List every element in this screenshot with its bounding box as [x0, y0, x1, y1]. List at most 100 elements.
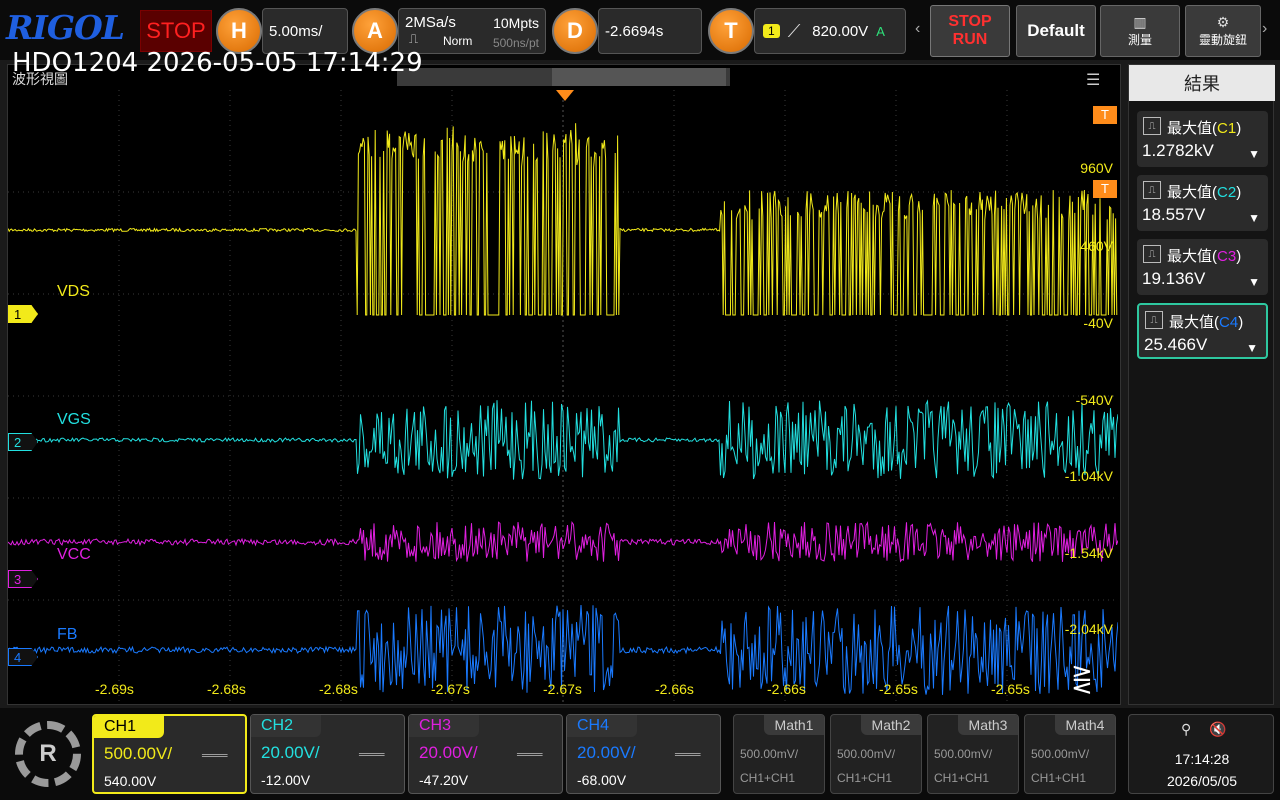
- result-item[interactable]: ⎍ 最大值(C4) 25.466V ▼: [1137, 303, 1268, 359]
- time-tick-label: -2.65s: [991, 681, 1030, 697]
- time-tick-label: -2.66s: [767, 681, 806, 697]
- coupling-icon: ═══: [517, 747, 543, 761]
- trace-vds: [8, 123, 1118, 316]
- measure-label: 測量: [1127, 33, 1152, 47]
- channel-box-ch4[interactable]: CH4 20.00V/ ═══ -68.00V: [566, 714, 721, 794]
- volt-tick-label: -40V: [1083, 315, 1113, 331]
- screenshot-overlay-text: HDO1204 2026-05-05 17:14:29: [12, 48, 423, 78]
- run-state-button[interactable]: STOP: [140, 10, 212, 52]
- coupling-icon: ═══: [675, 747, 701, 761]
- result-item[interactable]: ⎍ 最大值(C3) 19.136V ▼: [1137, 239, 1268, 295]
- channel-scale: 20.00V/: [261, 743, 320, 762]
- volt-tick-label: -540V: [1075, 392, 1113, 408]
- math-box-4[interactable]: Math4 500.00mV/CH1+CH1: [1024, 714, 1116, 794]
- measure-button[interactable]: ▥ 測量: [1100, 5, 1180, 57]
- left-scroll-icon[interactable]: ‹: [915, 20, 920, 38]
- channel-offset: -12.00V: [261, 772, 311, 788]
- channel-scale: 20.00V/: [577, 743, 636, 762]
- math-expr: CH1+CH1: [837, 771, 893, 785]
- result-label: 最大值(C4): [1169, 314, 1244, 331]
- time-tick-label: -2.68s: [207, 681, 246, 697]
- channel-offset: -47.20V: [419, 772, 469, 788]
- coupling-icon: ═══: [359, 747, 385, 761]
- volt-tick-label: 960V: [1080, 160, 1113, 176]
- dropdown-icon[interactable]: ▼: [1246, 341, 1258, 355]
- math-name: Math3: [958, 715, 1018, 735]
- channel-box-ch3[interactable]: CH3 20.00V/ ═══ -47.20V: [408, 714, 563, 794]
- pulse-icon: ⎍: [1143, 181, 1161, 199]
- math-scale: 500.00mV/: [837, 747, 896, 761]
- channel-name: CH4: [567, 715, 637, 737]
- delay-key[interactable]: D: [552, 8, 598, 54]
- stop-label: STOP: [948, 13, 992, 30]
- brand-logo: RIGOL: [6, 8, 125, 47]
- pulse-icon: ⎍: [1143, 117, 1161, 135]
- default-button[interactable]: Default: [1016, 5, 1096, 57]
- channel-name-label: VDS: [57, 283, 90, 300]
- memory-depth: 10Mpts: [493, 15, 539, 31]
- trigger-level-marker: T: [1093, 180, 1117, 198]
- channel-name-label: FB: [57, 626, 78, 643]
- results-panel: 結果 ⎍ 最大值(C1) 1.2782kV ▼ ⎍ 最大值(C2) 18.557V ▼ ⎍ 最大值…: [1128, 64, 1275, 705]
- sample-rate: 2MSa/s: [405, 14, 456, 31]
- channel-name: CH2: [251, 715, 321, 737]
- right-scroll-icon[interactable]: ›: [1262, 20, 1267, 38]
- math-name: Math1: [764, 715, 824, 735]
- clock-date: 2026/05/05: [1166, 773, 1238, 789]
- trigger-key[interactable]: T: [708, 8, 754, 54]
- time-tick-label: -2.65s: [879, 681, 918, 697]
- math-scale: 500.00mV/: [740, 747, 799, 761]
- math-name: Math4: [1055, 715, 1115, 735]
- trigger-level: 820.00V: [812, 22, 869, 40]
- math-box-2[interactable]: Math2 500.00mV/CH1+CH1: [830, 714, 922, 794]
- ruler-icon: ▥: [1133, 14, 1147, 30]
- trigger-mode: A: [876, 23, 885, 39]
- stop-run-button[interactable]: STOP RUN: [930, 5, 1010, 57]
- quick-knob-label: 靈動旋鈕: [1198, 33, 1247, 47]
- channel-offset: -68.00V: [577, 772, 627, 788]
- volt-tick-label: -1.54kV: [1064, 545, 1113, 561]
- result-value: 18.557V: [1142, 205, 1206, 224]
- result-item[interactable]: ⎍ 最大值(C1) 1.2782kV ▼: [1137, 111, 1268, 167]
- volt-tick-label: -1.04kV: [1064, 468, 1113, 484]
- channel-box-ch1[interactable]: CH1 500.00V/ ═══ 540.00V: [92, 714, 247, 794]
- dropdown-icon[interactable]: ▼: [1248, 147, 1260, 161]
- time-tick-label: -2.66s: [655, 681, 694, 697]
- coupling-icon: ═══: [202, 748, 228, 762]
- math-expr: CH1+CH1: [1031, 771, 1087, 785]
- overview-window[interactable]: [552, 68, 726, 86]
- time-tick-label: -2.68s: [319, 681, 358, 697]
- status-clock: ⚲ 🔇 17:14:28 2026/05/05: [1128, 714, 1274, 794]
- math-scale: 500.00mV/: [1031, 747, 1090, 761]
- waveform-grid: [8, 90, 1118, 702]
- more-icon[interactable]: ⋛: [1071, 664, 1093, 695]
- trigger-marker-top: T: [1093, 106, 1117, 124]
- usb-icon: ⚲: [1181, 721, 1192, 737]
- volt-tick-label: 460V: [1080, 238, 1113, 254]
- math-box-3[interactable]: Math3 500.00mV/CH1+CH1: [927, 714, 1019, 794]
- result-value: 25.466V: [1144, 335, 1208, 354]
- pulse-icon: ⎍: [1145, 311, 1163, 329]
- delay-value[interactable]: -2.6694s: [598, 8, 702, 54]
- math-expr: CH1+CH1: [934, 771, 990, 785]
- channel-scale: 500.00V/: [104, 744, 173, 763]
- time-tick-label: -2.67s: [431, 681, 470, 697]
- rising-edge-icon: ⟋: [787, 20, 801, 41]
- trigger-panel[interactable]: 1 ⟋ 820.00V A: [754, 8, 906, 54]
- dropdown-icon[interactable]: ▼: [1248, 211, 1260, 225]
- channel-name: CH1: [94, 716, 164, 738]
- acquire-mode: Norm: [443, 34, 473, 48]
- math-scale: 500.00mV/: [934, 747, 993, 761]
- channel-name: CH3: [409, 715, 479, 737]
- channel-box-ch2[interactable]: CH2 20.00V/ ═══ -12.00V: [250, 714, 405, 794]
- result-item[interactable]: ⎍ 最大值(C2) 18.557V ▼: [1137, 175, 1268, 231]
- result-label: 最大值(C1): [1167, 120, 1242, 137]
- menu-icon[interactable]: ☰: [1086, 70, 1100, 90]
- time-tick-label: -2.69s: [95, 681, 134, 697]
- rigol-gear-icon[interactable]: R: [10, 714, 86, 794]
- quick-knob-button[interactable]: ⚙ 靈動旋鈕: [1185, 5, 1261, 57]
- dropdown-icon[interactable]: ▼: [1248, 275, 1260, 289]
- time-tick-label: -2.67s: [543, 681, 582, 697]
- result-value: 19.136V: [1142, 269, 1206, 288]
- math-box-1[interactable]: Math1 500.00mV/CH1+CH1: [733, 714, 825, 794]
